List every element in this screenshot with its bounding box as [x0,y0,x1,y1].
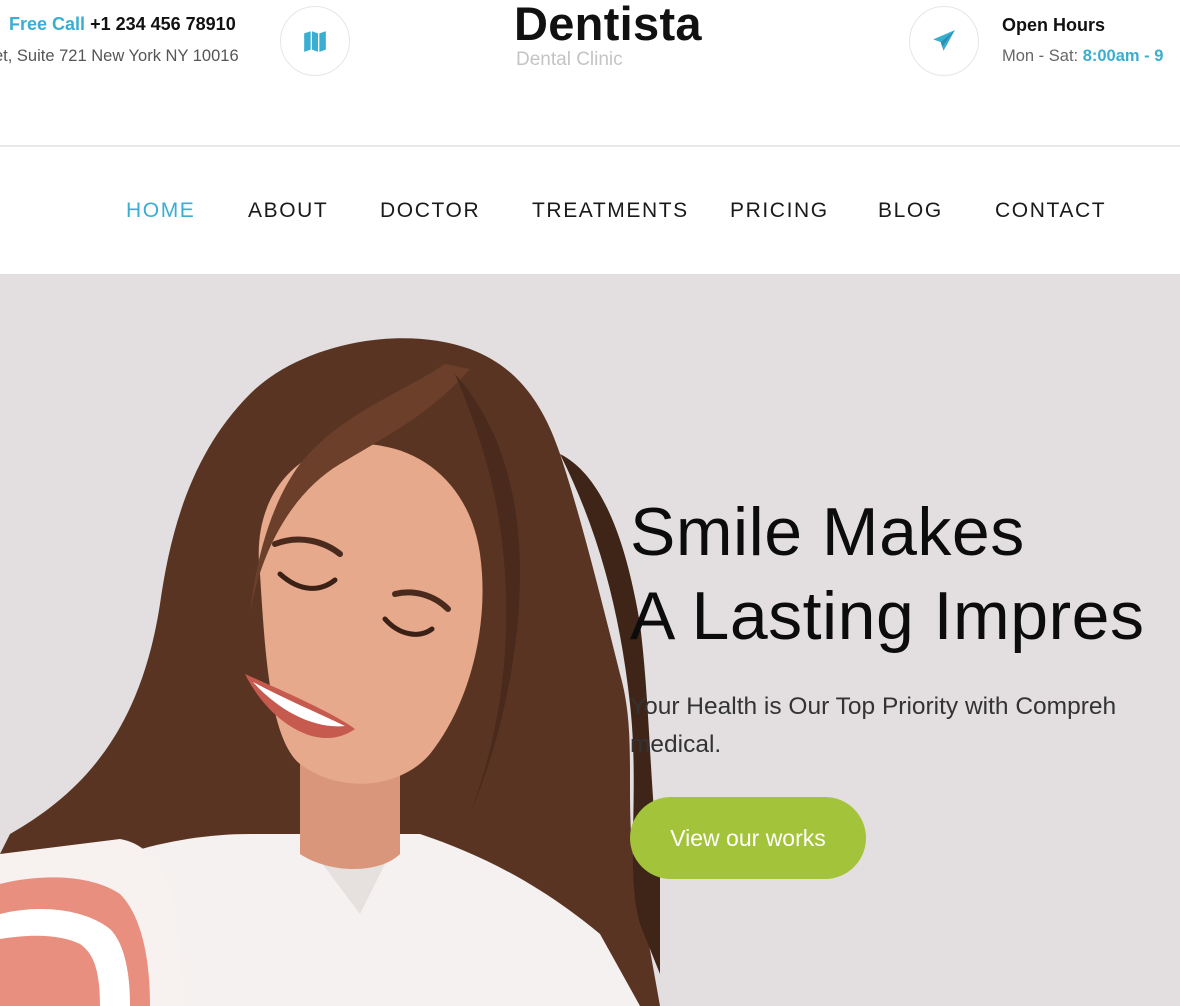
view-our-works-button[interactable]: View our works [630,797,866,879]
phone-number[interactable]: +1 234 456 78910 [90,14,236,34]
nav-item-pricing[interactable]: PRICING [730,199,829,223]
hero-text-line-1: Your Health is Our Top Priority with Com… [630,693,1117,720]
open-hours-time: 8:00am - 9 [1082,47,1164,65]
logo-title[interactable]: Dentista [514,0,702,51]
open-hours-line: Mon - Sat: 8:00am - 9 [1002,47,1163,66]
free-call-label: Free Call [9,14,86,34]
nav-item-doctor[interactable]: DOCTOR [380,199,480,223]
nav-item-home[interactable]: HOME [126,199,195,223]
logo-subtitle: Dental Clinic [516,49,623,70]
hero-text-line-2: medical. [630,731,722,758]
nav-item-about[interactable]: ABOUT [248,199,328,223]
clinic-address: et, Suite 721 New York NY 10016 [0,47,239,65]
hero-woman-photo [0,338,660,1006]
hero-title: Smile Makes A Lasting Impres [630,490,1144,658]
open-hours-title: Open Hours [1002,15,1106,35]
paper-plane-icon [933,30,955,51]
nav-item-blog[interactable]: BLOG [878,199,943,223]
hero-section: Smile Makes A Lasting Impres Your Health… [0,274,1180,1006]
hero-description: Your Health is Our Top Priority with Com… [630,688,1116,764]
free-call-line[interactable]: Free Call +1 234 456 78910 [9,14,236,35]
main-navigation: HOME ABOUT DOCTOR TREATMENTS PRICING BLO… [0,147,1180,274]
map-icon [304,31,326,52]
top-info-bar: Free Call +1 234 456 78910 et, Suite 721… [0,0,1180,146]
hero-title-line-2: A Lasting Impres [630,578,1145,654]
open-hours-days: Mon - Sat: [1002,47,1083,65]
map-button[interactable] [280,6,350,76]
nav-item-contact[interactable]: CONTACT [995,199,1106,223]
nav-item-treatments[interactable]: TREATMENTS [532,199,689,223]
hero-title-line-1: Smile Makes [630,494,1025,570]
send-button[interactable] [909,6,979,76]
